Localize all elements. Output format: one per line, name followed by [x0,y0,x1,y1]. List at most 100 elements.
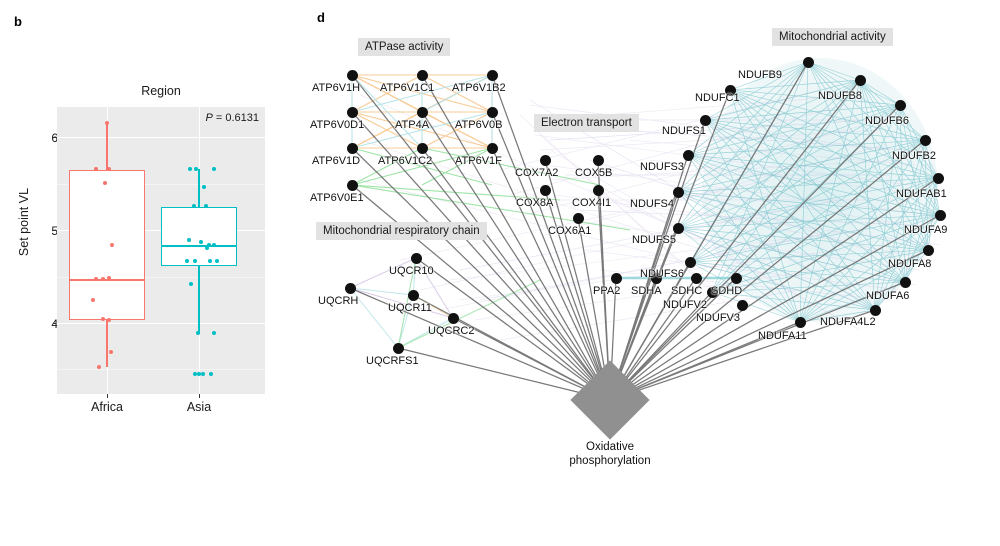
node-label-ATP6V0D1: ATP6V0D1 [310,119,365,131]
data-point [199,240,203,244]
node-NDUFS3[interactable] [682,149,694,161]
p-value-number: = 0.6131 [215,112,259,124]
node-NDUFB6[interactable] [894,99,906,111]
node-NDUFB2[interactable] [919,134,931,146]
data-point [187,238,191,242]
y-tick-mark-4 [53,323,56,325]
panel-d-network: d ATPase activity Electron transport Mit… [300,0,1000,546]
data-point [94,277,98,281]
node-label-NDUFB8: NDUFB8 [818,90,863,102]
node-PPA2[interactable] [610,272,622,284]
data-point [215,259,219,263]
node-label-NDUFB6: NDUFB6 [865,115,910,127]
node-NDUFA8[interactable] [922,244,934,256]
data-point [107,167,111,171]
node-label-COX7A2: COX7A2 [515,167,559,179]
node-ATP6V0B[interactable] [486,106,498,118]
x-tick-mark-africa [107,394,109,398]
node-label-ATP6V1C1: ATP6V1C1 [380,82,435,94]
node-label-NDUFS4: NDUFS4 [630,198,675,210]
node-UQCRH[interactable] [344,282,356,294]
gridline-minor-4 [57,369,265,370]
x-tick-label-asia: Asia [186,400,212,414]
node-NDUFS5[interactable] [672,222,684,234]
node-label-ATP6V1F: ATP6V1F [455,155,502,167]
data-point [94,167,98,171]
node-NDUFAB1[interactable] [932,172,944,184]
node-NDUFB8[interactable] [854,74,866,86]
node-NDUFV3[interactable] [736,299,748,311]
node-label-COX8A: COX8A [516,197,554,209]
data-point [192,204,196,208]
gridline-y6 [57,137,265,139]
node-NDUFS6[interactable] [684,256,696,268]
data-point [110,243,114,247]
y-tick-label-4: 4 [18,317,58,331]
data-point [185,259,189,263]
node-label-NDUFA4L2: NDUFA4L2 [820,316,876,328]
node-label-UQCR11: UQCR11 [388,302,432,314]
node-COX4I1[interactable] [592,184,604,196]
node-label-ATP6V1H: ATP6V1H [312,82,361,94]
hub-label-line2: phosphorylation [569,455,651,468]
node-SDHC[interactable] [690,272,702,284]
y-tick-mark-5 [53,230,56,232]
node-NDUFA6[interactable] [899,276,911,288]
node-label-PPA2: PPA2 [593,285,621,297]
node-UQCR11[interactable] [407,289,419,301]
node-NDUFA11[interactable] [794,316,806,328]
node-NDUFS4[interactable] [672,186,684,198]
box-asia [161,207,237,266]
node-COX8A[interactable] [539,184,551,196]
data-point [91,298,95,302]
node-label-UQCRC2: UQCRC2 [428,325,475,337]
node-ATP6V1C1[interactable] [416,69,428,81]
data-point [107,318,111,322]
data-point [107,276,111,280]
node-ATP4A[interactable] [416,106,428,118]
cluster-label-electron-transport: Electron transport [534,114,639,132]
node-COX7A2[interactable] [539,154,551,166]
node-label-SDHC: SDHC [671,285,703,297]
panel-letter-b: b [14,14,22,29]
node-UQCRC2[interactable] [447,312,459,324]
node-ATP6V1B2[interactable] [486,69,498,81]
boxplot-title: Region [141,84,181,98]
node-label-ATP4A: ATP4A [395,119,430,131]
node-ATP6V1F[interactable] [486,142,498,154]
p-value-symbol: P [205,112,213,124]
node-COX5B[interactable] [592,154,604,166]
node-ATP6V1D[interactable] [346,142,358,154]
node-ATP6V0D1[interactable] [346,106,358,118]
data-point [196,331,200,335]
node-SDHD[interactable] [730,272,742,284]
node-label-NDUFC1: NDUFC1 [695,92,740,104]
node-label-NDUFS5: NDUFS5 [632,234,677,246]
node-label-NDUFA6: NDUFA6 [866,290,910,302]
node-label-NDUFAB1: NDUFAB1 [896,188,947,200]
node-label-NDUFV3: NDUFV3 [696,312,741,324]
node-COX6A1[interactable] [572,212,584,224]
node-label-COX5B: COX5B [575,167,613,179]
node-ATP6V1H[interactable] [346,69,358,81]
x-tick-mark-asia [199,394,201,398]
node-label-NDUFA9: NDUFA9 [904,224,948,236]
data-point [193,259,197,263]
node-ATP6V0E1[interactable] [346,179,358,191]
node-NDUFB9[interactable] [802,56,814,68]
node-NDUFA4L2[interactable] [869,304,881,316]
data-point [204,204,208,208]
whisker-upper-africa [106,123,108,170]
data-point [188,167,192,171]
node-NDUFA9[interactable] [934,209,946,221]
node-UQCR10[interactable] [410,252,422,264]
node-UQCRFS1[interactable] [392,342,404,354]
data-point [101,277,105,281]
median-line-asia [161,245,237,248]
node-NDUFS1[interactable] [699,114,711,126]
hub-node-label: Oxidative phosphorylation [530,440,690,469]
node-ATP6V1C2[interactable] [416,142,428,154]
node-label-UQCRFS1: UQCRFS1 [366,355,419,367]
data-point [212,331,216,335]
node-label-COX4I1: COX4I1 [572,197,612,209]
